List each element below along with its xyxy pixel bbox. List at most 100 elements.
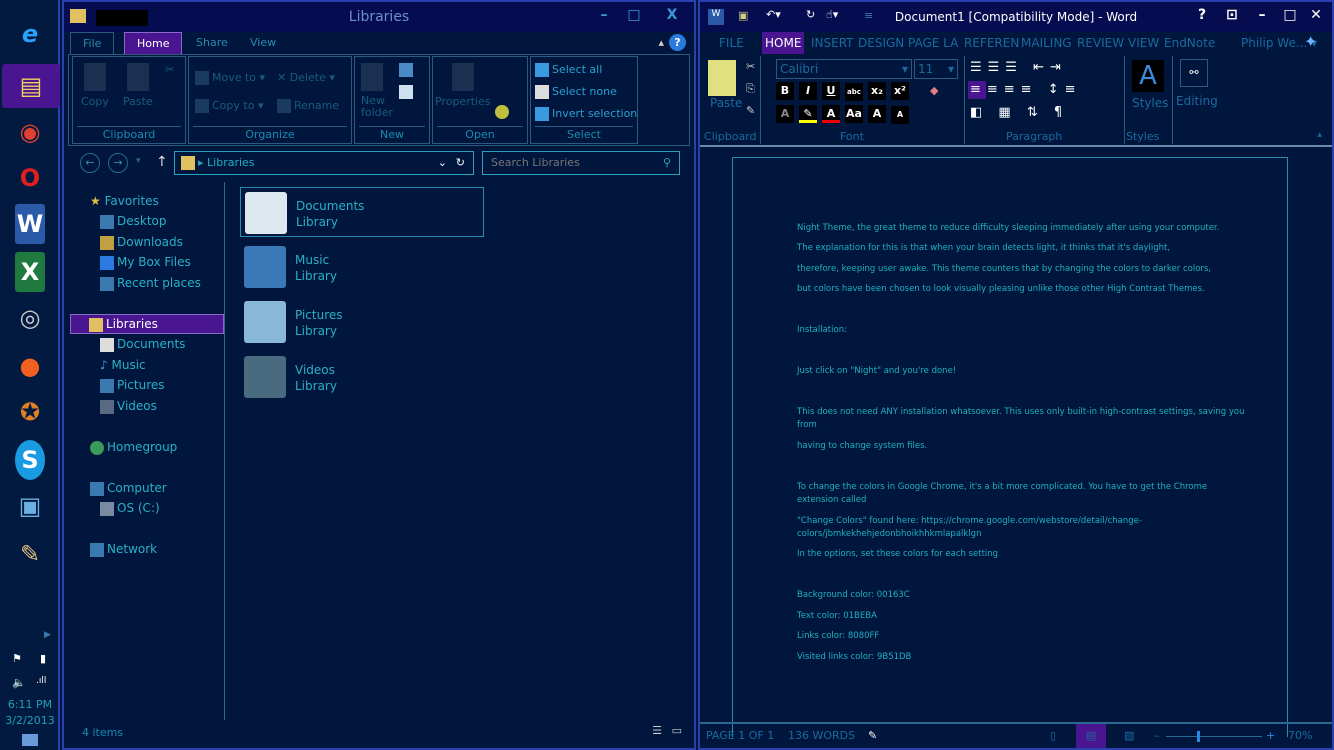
delete-button[interactable]: ✕ Delete ▾ [277, 71, 335, 84]
copy-to-button[interactable]: Copy to ▾ [195, 99, 263, 113]
nav-os-c[interactable]: OS (C:) [100, 501, 160, 516]
nav-libraries[interactable]: Libraries [70, 314, 224, 334]
superscript-button[interactable]: x² [891, 82, 909, 100]
text-effects-button[interactable]: A [776, 105, 794, 123]
easy-access-icon[interactable] [399, 85, 413, 99]
nav-music[interactable]: ♪ Music [100, 358, 146, 372]
ribbon-display-options-button[interactable]: ⊡ [1218, 4, 1246, 26]
paint-icon[interactable]: ✎ [8, 534, 52, 574]
library-music[interactable]: Music Library [240, 242, 484, 292]
change-case-button[interactable]: Aa [845, 105, 863, 123]
tab-home[interactable]: Home [124, 32, 183, 54]
properties-button[interactable]: Properties [435, 63, 491, 108]
zoom-slider[interactable] [1166, 731, 1262, 742]
recent-locations-icon[interactable]: ▾ [136, 156, 141, 166]
nav-homegroup[interactable]: Homegroup [90, 440, 177, 455]
file-explorer-icon[interactable]: ▤ [2, 64, 60, 108]
select-none-button[interactable]: Select none [535, 85, 617, 99]
origin-icon[interactable]: ● [8, 346, 52, 386]
paste-icon[interactable] [708, 60, 736, 96]
search-icon[interactable]: ⚲ [663, 152, 671, 174]
help-button[interactable]: ? [1188, 4, 1216, 26]
flag-icon[interactable]: ⚑ [12, 652, 22, 665]
address-bar[interactable]: ▸ Libraries ⌄ ↻ [174, 151, 474, 175]
clock-time[interactable]: 6:11 PM [0, 698, 60, 711]
format-painter-icon[interactable]: ✎ [746, 104, 755, 117]
minimize-button[interactable]: – [590, 4, 618, 26]
grow-font-button[interactable]: A [868, 105, 886, 123]
battery-icon[interactable]: ▮ [40, 652, 46, 665]
details-view-icon[interactable]: ☰ [652, 724, 662, 737]
undo-icon[interactable]: ↶▾ [766, 8, 781, 21]
bold-button[interactable]: B [776, 82, 794, 100]
tab-design[interactable]: DESIGN [855, 32, 907, 54]
tab-file[interactable]: FILE [716, 32, 747, 54]
shading-borders-sort-buttons[interactable]: ◧ ▦ ⇅ ¶ [970, 105, 1068, 120]
paste-button[interactable]: Paste [123, 63, 153, 108]
opera-icon[interactable]: O [8, 158, 52, 198]
zoom-in-button[interactable]: + [1266, 724, 1275, 748]
pane-splitter[interactable] [224, 182, 225, 720]
italic-button[interactable]: I [799, 82, 817, 100]
new-item-icon[interactable] [399, 63, 413, 77]
tab-view[interactable]: VIEW [1125, 32, 1162, 54]
document-page[interactable]: Night Theme, the great theme to reduce d… [732, 157, 1288, 737]
move-to-button[interactable]: Move to ▾ [195, 71, 265, 85]
cut-icon[interactable]: ✂ [165, 63, 174, 76]
redo-icon[interactable]: ↻ [806, 8, 815, 21]
web-layout-icon[interactable]: ▧ [1124, 724, 1134, 748]
shrink-font-button[interactable]: A [891, 106, 909, 124]
styles-icon[interactable]: A [1132, 60, 1164, 92]
forward-button[interactable]: → [108, 153, 128, 173]
help-icon[interactable]: ? [669, 34, 686, 51]
history-icon[interactable] [495, 105, 509, 119]
search-input[interactable] [491, 156, 651, 169]
new-folder-button[interactable]: New folder [361, 63, 393, 119]
print-layout-icon[interactable]: ▤ [1076, 724, 1106, 748]
nav-recent-places[interactable]: Recent places [100, 276, 201, 291]
tab-file[interactable]: File [70, 32, 115, 54]
maximize-button[interactable]: □ [620, 4, 648, 26]
library-pictures[interactable]: Pictures Library [240, 297, 484, 347]
address-dropdown-icon[interactable]: ⌄ [438, 152, 447, 174]
rename-button[interactable]: Rename [277, 99, 339, 113]
tab-insert[interactable]: INSERT [808, 32, 857, 54]
tab-endnote[interactable]: EndNote [1161, 32, 1218, 54]
select-all-button[interactable]: Select all [535, 63, 602, 77]
strikethrough-button[interactable]: abc [845, 83, 863, 101]
chrome-icon[interactable]: ◉ [8, 112, 52, 152]
search-box[interactable]: ⚲ [482, 151, 680, 175]
up-button[interactable]: ↑ [156, 154, 168, 170]
save-icon[interactable]: ▣ [738, 9, 748, 22]
tab-share[interactable]: Share [184, 32, 240, 54]
editing-button[interactable]: Editing [1176, 94, 1218, 108]
word-app-icon[interactable]: W [708, 9, 724, 25]
page-count[interactable]: PAGE 1 OF 1 [706, 724, 774, 748]
nav-documents[interactable]: Documents [100, 337, 185, 352]
remote-desktop-icon[interactable]: ▣ [8, 486, 52, 526]
quick-access-toolbar[interactable] [96, 10, 148, 26]
nav-favorites[interactable]: ★ Favorites [90, 194, 159, 208]
nav-network[interactable]: Network [90, 542, 157, 557]
show-desktop-icon[interactable] [22, 734, 38, 746]
nav-my-box-files[interactable]: My Box Files [100, 255, 191, 270]
zoom-level[interactable]: 70% [1288, 724, 1312, 748]
skype-icon[interactable]: S [15, 440, 45, 480]
internet-explorer-icon[interactable]: e [8, 14, 52, 54]
steam-icon[interactable]: ◎ [8, 298, 52, 338]
nav-desktop[interactable]: Desktop [100, 214, 167, 229]
zoom-slider-thumb[interactable] [1197, 731, 1200, 742]
nav-downloads[interactable]: Downloads [100, 235, 183, 250]
list-buttons[interactable]: ☰☰☰ ⇤⇥ [970, 60, 1067, 75]
copy-icon[interactable]: ⎘ [746, 82, 755, 96]
collapse-ribbon-icon[interactable]: ▴ [1317, 130, 1322, 140]
font-name-select[interactable]: Calibri ▾ [776, 59, 912, 79]
zoom-out-button[interactable]: – [1154, 724, 1160, 748]
tab-home[interactable]: HOME [762, 32, 805, 54]
touch-mode-icon[interactable]: ☝▾ [826, 8, 838, 21]
minimize-button[interactable]: – [1248, 4, 1276, 26]
find-icon[interactable]: ⚯ [1180, 59, 1208, 87]
swtor-icon[interactable]: ✪ [8, 392, 52, 432]
cut-icon[interactable]: ✂ [746, 60, 755, 73]
excel-icon[interactable]: X [15, 252, 45, 292]
